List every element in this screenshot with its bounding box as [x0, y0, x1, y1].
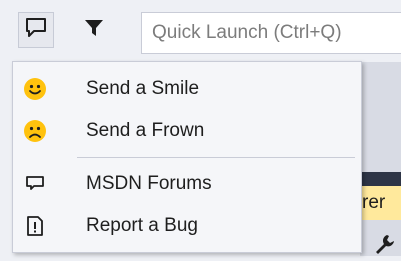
feedback-button[interactable] [18, 12, 54, 48]
smiley-icon [22, 76, 48, 102]
menu-item-report-bug[interactable]: Report a Bug [13, 206, 361, 246]
background-tab[interactable]: rer [360, 186, 401, 220]
feedback-menu: Send a Smile Send a Frown MSDN Forums Re… [12, 61, 362, 253]
toolbar [0, 0, 401, 62]
menu-item-send-frown[interactable]: Send a Frown [13, 111, 361, 151]
speech-bubble-icon [24, 17, 48, 44]
funnel-icon [84, 18, 104, 43]
quick-launch-input[interactable] [141, 12, 401, 54]
menu-item-label: Send a Smile [86, 78, 200, 99]
menu-item-label: Send a Frown [86, 120, 205, 141]
menu-separator [77, 157, 355, 158]
menu-item-label: MSDN Forums [86, 173, 212, 194]
filter-button[interactable] [76, 12, 112, 48]
forum-bubble-icon [22, 171, 48, 197]
bug-report-icon [22, 213, 48, 239]
frown-icon [22, 118, 48, 144]
background-title-bar [360, 172, 401, 186]
background-panel [360, 62, 401, 256]
menu-item-label: Report a Bug [86, 215, 198, 236]
wrench-icon [372, 232, 396, 256]
menu-item-send-smile[interactable]: Send a Smile [13, 69, 361, 109]
menu-item-msdn-forums[interactable]: MSDN Forums [13, 164, 361, 204]
